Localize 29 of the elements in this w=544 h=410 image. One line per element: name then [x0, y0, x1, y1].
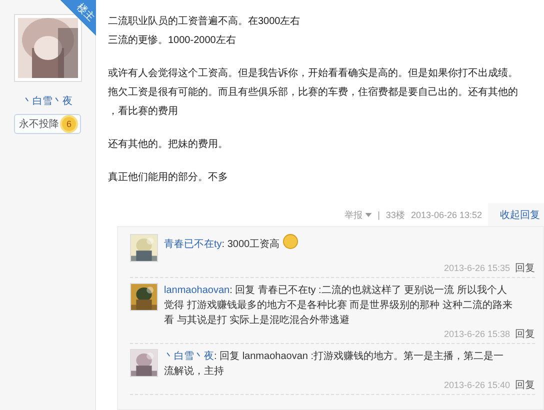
post-text-line: ，看比赛的费用: [108, 104, 179, 119]
post-time: 2013-06-26 13:52: [410, 210, 482, 220]
reply-link[interactable]: 回复: [515, 262, 535, 275]
post-text-line: 三流的更惨。1000-2000左右: [108, 34, 237, 48]
reply-time: 2013-6-26 15:40: [444, 379, 510, 392]
reply-link[interactable]: 回复: [515, 379, 535, 392]
level-badge[interactable]: 永不投降 6: [14, 114, 81, 134]
post-text-line: 真正他们能用的部分。不多: [108, 170, 229, 185]
separator: |: [378, 210, 380, 220]
post-text-line: 二流职业队员的工资普遍不高。在3000左右: [108, 14, 302, 29]
report-link[interactable]: 举报: [344, 208, 372, 222]
reply-username-link[interactable]: 丶白雪丶夜: [164, 351, 214, 362]
caret-icon: [364, 213, 372, 217]
badge-title: 永不投降: [19, 118, 59, 131]
floor-number: 33楼: [386, 208, 405, 222]
post-text-line: 或许有人会觉得这个工资高。但是我告诉你，开始看看确实是高的。但是如果你打不出成绩。: [108, 66, 519, 81]
reply-link[interactable]: 回复: [515, 328, 535, 341]
reply-username-link[interactable]: 青春已不在ty: [164, 239, 222, 250]
reply-time: 2013-6-26 15:35: [444, 262, 510, 275]
collapse-replies-link[interactable]: 收起回复: [488, 203, 544, 227]
reply-username-link[interactable]: lanmaohaovan: [164, 285, 230, 296]
username-link[interactable]: 丶白雪丶夜: [22, 94, 72, 108]
reply-text: 青春已不在ty: 3000工资高: [164, 234, 535, 262]
reply-text: 丶白雪丶夜: 回复 lanmaohaovan :打游戏赚钱的地方。第一是主播，第二是一流解说，主持: [164, 350, 504, 379]
post-text-line: 拖欠工资是很有可能的。而且有些俱乐部，比赛的车费，住宿费都是要自己出的。还有其他的: [108, 86, 519, 100]
post-text-line: 还有其他的。把妹的费用。: [108, 138, 229, 152]
reply-text: lanmaohaovan: 回复 青春已不在ty :二流的也就这样了 更别说一流 所以我个人觉得 打游戏赚钱最多的地方不是各种比赛 而是世界级别的那种 这种二流的路来看 与其说是打 实际上是混吃混合外带逃避: [164, 284, 514, 328]
corner-ribbon: 楼主: [60, 0, 96, 36]
reply-time: 2013-6-26 15:38: [444, 328, 510, 341]
